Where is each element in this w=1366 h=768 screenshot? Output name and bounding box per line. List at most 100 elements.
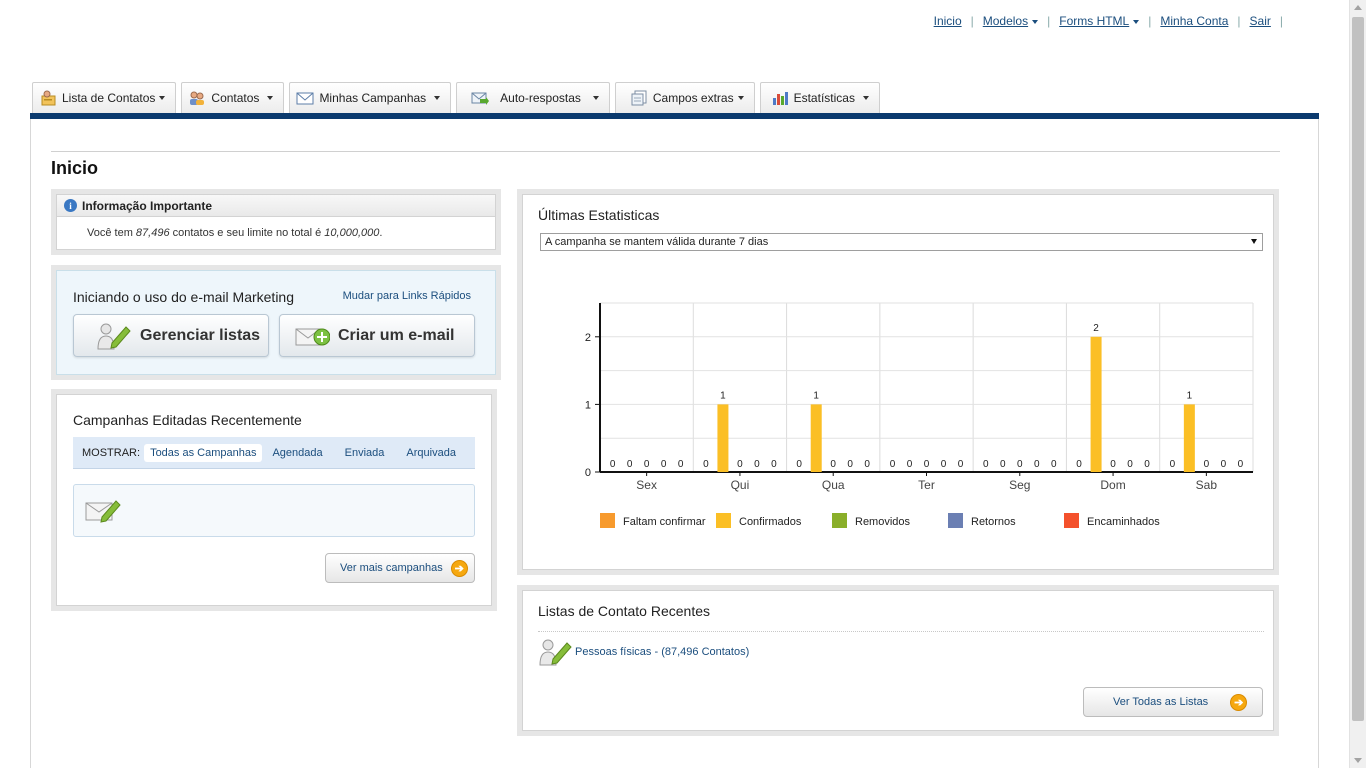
create-email-button[interactable]: Criar um e-mail [279, 314, 475, 357]
more-campaigns-button[interactable]: Ver mais campanhas ➔ [325, 553, 475, 583]
campaign-list [73, 484, 475, 537]
recent-lists-panel: Listas de Contato Recentes Pessoas físic… [517, 585, 1279, 736]
data-label: 0 [1034, 459, 1040, 470]
chevron-down-icon [592, 96, 599, 100]
data-label: 0 [983, 459, 989, 470]
important-info-title: Informação Importante [82, 198, 213, 213]
data-label: 0 [644, 459, 650, 470]
data-label: 0 [941, 459, 947, 470]
quick-start-title: Iniciando o uso do e-mail Marketing [73, 289, 295, 305]
data-label: 0 [1221, 459, 1227, 470]
tab-label: Auto-respostas [500, 91, 581, 105]
bar [1183, 404, 1195, 472]
legend-swatch [1064, 513, 1079, 528]
x-tick-label: Sex [636, 478, 657, 492]
more-campaigns-label: Ver mais campanhas [340, 562, 443, 574]
data-label: 1 [720, 390, 726, 401]
info-text-suffix: . [379, 227, 383, 239]
legend-label: Faltam confirmar [623, 516, 706, 528]
filter-enviada[interactable]: Enviada [339, 444, 391, 462]
legend-label: Removidos [855, 516, 911, 528]
data-label: 1 [1187, 390, 1193, 401]
all-lists-label: Ver Todas as Listas [1113, 696, 1209, 708]
switch-quick-links-link[interactable]: Mudar para Links Rápidos [343, 290, 471, 302]
divider [51, 151, 1280, 152]
tab-estatisticas[interactable]: Estatísticas [759, 82, 880, 113]
tab-label: Campos extras [652, 91, 734, 105]
all-lists-button[interactable]: Ver Todas as Listas ➔ [1083, 687, 1263, 717]
info-text-middle: contatos e seu limite no total é [172, 227, 322, 239]
tab-lista-de-contatos[interactable]: Lista de Contatos [32, 82, 177, 113]
data-label: 0 [1110, 459, 1116, 470]
tab-contatos[interactable]: Contatos [181, 82, 285, 113]
link-forms-html-label: Forms HTML [1059, 14, 1130, 28]
separator: | [1279, 14, 1283, 28]
link-forms-html[interactable]: Forms HTML [1059, 14, 1140, 28]
scrollbar-thumb[interactable] [1352, 17, 1364, 721]
info-icon: i [64, 199, 77, 212]
tab-auto-respostas[interactable]: Auto-respostas [456, 82, 610, 113]
bar [810, 404, 822, 472]
data-label: 0 [1127, 459, 1133, 470]
data-label: 1 [813, 390, 819, 401]
auto-reply-icon [471, 90, 490, 106]
link-minha-conta[interactable]: Minha Conta [1160, 14, 1228, 28]
legend-label: Retornos [971, 516, 1016, 528]
data-label: 0 [796, 459, 802, 470]
page-scrollbar[interactable] [1349, 0, 1366, 768]
manage-lists-label: Gerenciar listas [140, 326, 261, 344]
filter-todas-as-campanhas[interactable]: Todas as Campanhas [144, 443, 263, 462]
important-info-header: i Informação Importante [57, 195, 495, 217]
chevron-down-icon [159, 96, 166, 100]
scroll-down-icon[interactable] [1354, 758, 1362, 763]
data-label: 0 [1170, 459, 1176, 470]
link-sair[interactable]: Sair [1250, 14, 1271, 28]
separator: | [1148, 14, 1152, 28]
filter-agendada[interactable]: Agendada [266, 444, 328, 462]
x-tick-label: Qua [822, 478, 845, 492]
legend-label: Encaminhados [1087, 516, 1160, 528]
y-tick-label: 0 [585, 467, 591, 479]
y-tick-label: 1 [585, 399, 591, 411]
link-modelos[interactable]: Modelos [983, 14, 1039, 28]
data-label: 0 [1238, 459, 1244, 470]
divider [538, 631, 1264, 632]
list-name: Pessoas físicas [575, 646, 652, 658]
data-label: 0 [610, 459, 616, 470]
recent-campaigns-panel: Campanhas Editadas Recentemente MOSTRAR:… [51, 389, 497, 611]
arrow-right-icon: ➔ [450, 559, 468, 577]
separator: | [1237, 14, 1241, 28]
envelope-icon [296, 90, 314, 106]
top-links: Inicio | Modelos | Forms HTML | Minha Co… [934, 14, 1292, 28]
data-label: 0 [1000, 459, 1006, 470]
contacts-limit: 10,000,000 [324, 227, 380, 239]
x-tick-label: Qui [731, 478, 750, 492]
data-label: 0 [1204, 459, 1210, 470]
recent-lists-title: Listas de Contato Recentes [538, 603, 710, 619]
data-label: 0 [907, 459, 913, 470]
data-label: 0 [1017, 459, 1023, 470]
chevron-down-icon [267, 96, 274, 100]
link-inicio[interactable]: Inicio [934, 14, 962, 28]
bar [717, 404, 729, 472]
chevron-down-icon [1133, 19, 1140, 24]
scroll-up-icon[interactable] [1354, 5, 1362, 10]
legend-swatch [600, 513, 615, 528]
stats-chart: 0120 0 0 0 0Sex010 0 0Qui010 0 0Qua0 0 0 0 0Ter0 0 0 0 0… [585, 302, 1254, 528]
x-tick-label: Seg [1009, 478, 1030, 492]
list-item[interactable]: Pessoas físicas - (87,496 Contatos) [539, 637, 749, 667]
tab-campos-extras[interactable]: Campos extras [614, 82, 755, 113]
manage-lists-button[interactable]: Gerenciar listas [73, 314, 269, 357]
important-info-panel: i Informação Importante Você tem 87,496 … [51, 189, 501, 255]
data-label: 0 [864, 459, 870, 470]
data-label: 0 [830, 459, 836, 470]
filter-arquivada[interactable]: Arquivada [400, 444, 462, 462]
edit-email-icon [84, 497, 122, 528]
data-label: 0 [890, 459, 896, 470]
tab-minhas-campanhas[interactable]: Minhas Campanhas [289, 82, 452, 113]
data-label: 0 [847, 459, 853, 470]
data-label: 0 [627, 459, 633, 470]
legend-swatch [716, 513, 731, 528]
chevron-down-icon [737, 96, 744, 100]
tab-label: Lista de Contatos [62, 91, 156, 105]
